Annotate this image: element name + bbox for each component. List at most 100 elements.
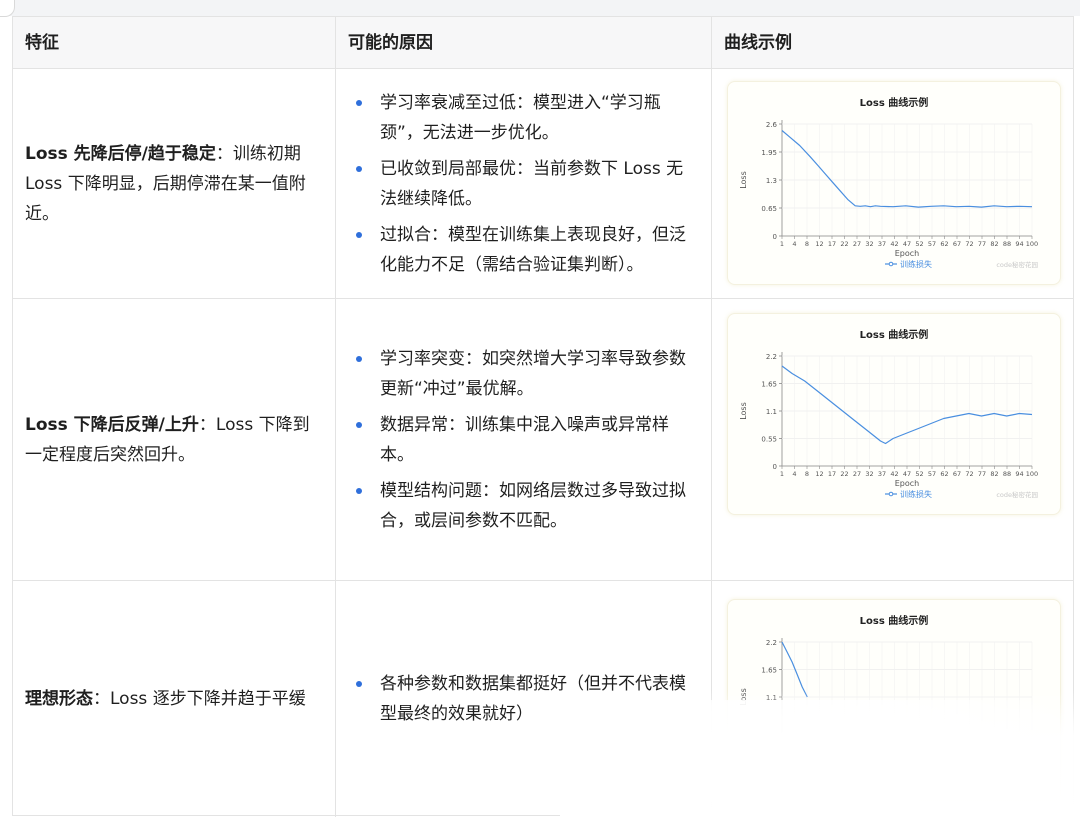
x-tick-label: 100	[1026, 470, 1038, 478]
bullet-icon	[356, 487, 362, 494]
cause-text: 学习率突变：如突然增大学习率导致参数更新“冲过”最优解。	[380, 348, 686, 399]
loss-chart-card: Loss 曲线示例 2.2 1.65 1.1 Loss	[727, 599, 1061, 801]
x-tick-label: 47	[903, 240, 911, 248]
x-tick-label: 72	[965, 240, 973, 248]
x-tick-label: 52	[915, 240, 923, 248]
curve-cell: Loss 曲线示例 0 0.55 1.1 1.65 2.2 Loss 1 4 8 12 17 22 27 3…	[712, 299, 1073, 580]
x-tick-label: 67	[953, 240, 961, 248]
y-tick-label: 1.65	[761, 381, 777, 389]
x-tick-label: 12	[815, 240, 823, 248]
x-tick-label: 37	[878, 470, 886, 478]
x-axis-label: Epoch	[895, 479, 920, 488]
y-axis-label: Loss	[739, 402, 748, 420]
feature-cell: 理想形态：Loss 逐步下降并趋于平缓	[13, 581, 336, 817]
x-tick-label: 47	[903, 470, 911, 478]
x-tick-label: 8	[805, 240, 809, 248]
list-item: 学习率突变：如突然增大学习率导致参数更新“冲过”最优解。	[350, 344, 695, 404]
header-feature: 特征	[13, 17, 336, 68]
y-tick-label: 1.1	[766, 408, 777, 416]
x-tick-label: 27	[853, 240, 861, 248]
x-tick-label: 72	[965, 470, 973, 478]
legend-label: 训练损失	[900, 489, 932, 499]
loss-chart-card: Loss 曲线示例 0 0.55 1.1 1.65 2.2 Loss 1 4 8 12 17 22 27 3…	[727, 313, 1061, 515]
y-tick-label: 2.2	[766, 353, 777, 361]
loss-chart: Loss 曲线示例 2.2 1.65 1.1 Loss	[739, 614, 1033, 752]
list-item: 数据异常：训练集中混入噪声或异常样本。	[350, 410, 695, 470]
table-row: Loss 先降后停/趋于稳定：训练初期 Loss 下降明显，后期停滞在某一值附近…	[13, 69, 1073, 299]
feature-title: Loss 下降后反弹/上升	[25, 414, 199, 435]
loss-chart: Loss 曲线示例 0 0.65 1.3 1.95 2.6 Loss 1 4 8 12 17 22 27 3…	[739, 96, 1038, 269]
bullet-icon	[356, 421, 362, 428]
x-tick-label: 100	[1026, 240, 1038, 248]
x-tick-label: 22	[840, 240, 848, 248]
y-tick-label: 1.1	[766, 694, 777, 702]
loss-chart: Loss 曲线示例 0 0.55 1.1 1.65 2.2 Loss 1 4 8 12 17 22 27 3…	[739, 328, 1038, 499]
feature-cell: Loss 下降后反弹/上升：Loss 下降到一定程度后突然回升。	[13, 299, 336, 580]
list-item: 过拟合：模型在训练集上表现良好，但泛化能力不足（需结合验证集判断）。	[350, 220, 695, 280]
y-axis-label: Loss	[739, 688, 748, 706]
table-row: 理想形态：Loss 逐步下降并趋于平缓 各种参数和数据集都挺好（但并不代表模型最…	[13, 581, 1073, 817]
x-tick-label: 62	[940, 470, 948, 478]
x-tick-label: 67	[953, 470, 961, 478]
x-tick-label: 94	[1015, 240, 1023, 248]
loss-chart-card: Loss 曲线示例 0 0.65 1.3 1.95 2.6 Loss 1 4 8 12 17 22 27 3…	[727, 81, 1061, 285]
x-tick-label: 22	[840, 470, 848, 478]
bullet-icon	[356, 355, 362, 362]
y-tick-label: 1.95	[761, 149, 777, 157]
chart-title: Loss 曲线示例	[860, 328, 929, 341]
x-tick-label: 17	[828, 470, 836, 478]
y-tick-label: 0	[773, 233, 777, 241]
watermark: code秘密花园	[996, 260, 1038, 269]
x-tick-label: 42	[890, 240, 898, 248]
legend-marker	[888, 261, 894, 267]
y-tick-label: 2.2	[766, 639, 777, 647]
list-item: 学习率衰减至过低：模型进入“学习瓶颈”，无法进一步优化。	[350, 88, 695, 148]
top-strip	[0, 0, 1080, 16]
x-tick-label: 77	[978, 240, 986, 248]
header-curve-example: 曲线示例	[724, 33, 792, 53]
y-tick-label: 0	[773, 463, 777, 471]
curve-cell: Loss 曲线示例 2.2 1.65 1.1 Loss	[712, 581, 1073, 817]
x-tick-label: 42	[890, 470, 898, 478]
causes-cell: 学习率突变：如突然增大学习率导致参数更新“冲过”最优解。 数据异常：训练集中混入…	[336, 299, 712, 580]
cause-text: 各种参数和数据集都挺好（但并不代表模型最终的效果就好）	[380, 674, 686, 724]
bullet-icon	[356, 165, 362, 172]
causes-cell: 学习率衰减至过低：模型进入“学习瓶颈”，无法进一步优化。 已收敛到局部最优：当前…	[336, 69, 712, 298]
feature-text: 理想形态：Loss 逐步下降并趋于平缓	[25, 684, 325, 714]
x-tick-label: 94	[1015, 470, 1023, 478]
loss-curve-table: 特征 可能的原因 曲线示例 Loss 先降后停/趋于稳定：训练初期 Loss 下…	[12, 16, 1074, 817]
x-tick-label: 62	[940, 240, 948, 248]
x-tick-label: 12	[815, 470, 823, 478]
x-tick-label: 57	[928, 470, 936, 478]
x-tick-label: 88	[1003, 240, 1011, 248]
x-tick-label: 4	[792, 240, 796, 248]
feature-description: ：Loss 逐步下降并趋于平缓	[93, 689, 306, 709]
chart-title: Loss 曲线示例	[860, 96, 929, 109]
feature-text: Loss 下降后反弹/上升：Loss 下降到一定程度后突然回升。	[25, 410, 325, 470]
cause-text: 模型结构问题：如网络层数过多导致过拟合，或层间参数不匹配。	[380, 480, 686, 531]
x-tick-label: 1	[780, 470, 784, 478]
table-header-row: 特征 可能的原因 曲线示例	[13, 17, 1073, 69]
list-item: 模型结构问题：如网络层数过多导致过拟合，或层间参数不匹配。	[350, 476, 695, 536]
y-tick-label: 1.65	[761, 667, 777, 675]
legend-marker	[888, 491, 894, 497]
legend-label: 训练损失	[900, 259, 932, 269]
x-tick-label: 4	[792, 470, 796, 478]
x-tick-label: 82	[990, 240, 998, 248]
curve-cell: Loss 曲线示例 0 0.65 1.3 1.95 2.6 Loss 1 4 8 12 17 22 27 3…	[712, 69, 1073, 298]
causes-list: 各种参数和数据集都挺好（但并不代表模型最终的效果就好）	[350, 669, 695, 729]
feature-title: 理想形态	[25, 689, 93, 709]
feature-cell: Loss 先降后停/趋于稳定：训练初期 Loss 下降明显，后期停滞在某一值附近…	[13, 69, 336, 298]
y-tick-label: 1.3	[766, 177, 777, 185]
chart-title: Loss 曲线示例	[860, 614, 929, 627]
cause-text: 数据异常：训练集中混入噪声或异常样本。	[380, 414, 669, 465]
list-item: 各种参数和数据集都挺好（但并不代表模型最终的效果就好）	[350, 669, 695, 729]
list-item: 已收敛到局部最优：当前参数下 Loss 无法继续降低。	[350, 154, 695, 214]
x-tick-label: 27	[853, 470, 861, 478]
bullet-icon	[356, 99, 362, 106]
x-tick-label: 17	[828, 240, 836, 248]
x-tick-label: 1	[780, 240, 784, 248]
x-tick-label: 52	[915, 470, 923, 478]
x-tick-label: 32	[865, 470, 873, 478]
cause-text: 过拟合：模型在训练集上表现良好，但泛化能力不足（需结合验证集判断）。	[380, 224, 686, 275]
